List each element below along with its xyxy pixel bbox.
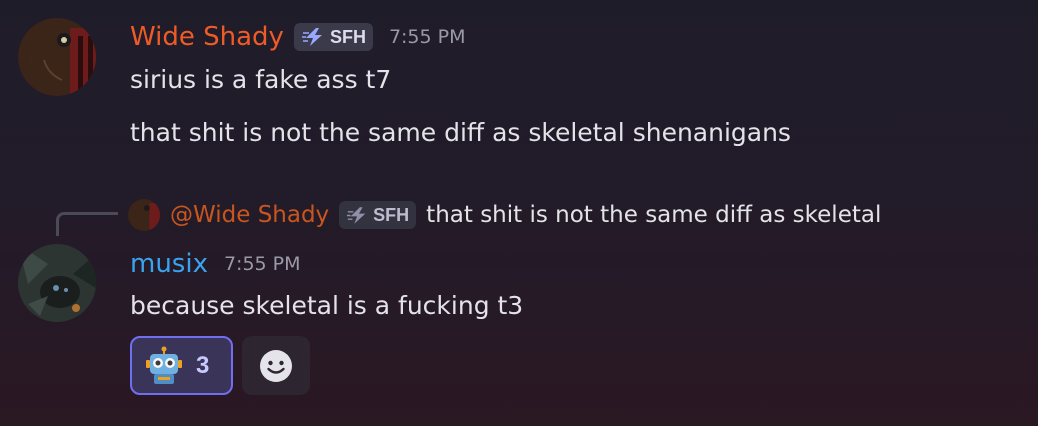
reply-username[interactable]: @Wide Shady <box>170 202 329 228</box>
server-tag[interactable]: SFH <box>293 23 373 51</box>
lightning-bolt-icon <box>347 206 366 224</box>
reactions-bar: 3 <box>130 336 310 395</box>
reply-preview-text[interactable]: that shit is not the same diff as skelet… <box>426 202 881 228</box>
robot-emoji-icon <box>146 346 182 384</box>
smiley-add-reaction-icon <box>260 349 292 382</box>
reply-avatar <box>128 199 160 231</box>
timestamp[interactable]: 7:55 PM <box>389 26 466 48</box>
message-header: musix 7:55 PM <box>130 249 301 279</box>
reaction-count: 3 <box>196 351 210 379</box>
reaction-robot[interactable]: 3 <box>130 336 233 395</box>
timestamp[interactable]: 7:55 PM <box>224 253 301 275</box>
dark-creature-avatar-image <box>18 244 96 322</box>
lightning-bolt-icon <box>301 28 322 46</box>
reply-server-tag[interactable]: SFH <box>339 201 417 229</box>
server-tag-label: SFH <box>373 204 410 225</box>
server-tag-label: SFH <box>329 26 366 47</box>
username[interactable]: Wide Shady <box>130 22 284 52</box>
message-text: sirius is a fake ass t7 <box>130 65 392 94</box>
moon-face-avatar-image <box>128 199 160 231</box>
reply-connector-line <box>56 212 118 236</box>
message-text: because skeletal is a fucking t3 <box>130 291 524 320</box>
moon-face-avatar-image <box>18 18 96 96</box>
message-text: that shit is not the same diff as skelet… <box>130 118 791 147</box>
avatar-musix[interactable] <box>18 244 96 322</box>
avatar-wide-shady[interactable] <box>18 18 96 96</box>
add-reaction-button[interactable] <box>242 336 310 395</box>
username[interactable]: musix <box>130 249 208 279</box>
reply-reference[interactable]: @Wide Shady SFH that shit is not the sam… <box>128 198 881 232</box>
message-header: Wide Shady SFH 7:55 PM <box>130 22 466 52</box>
